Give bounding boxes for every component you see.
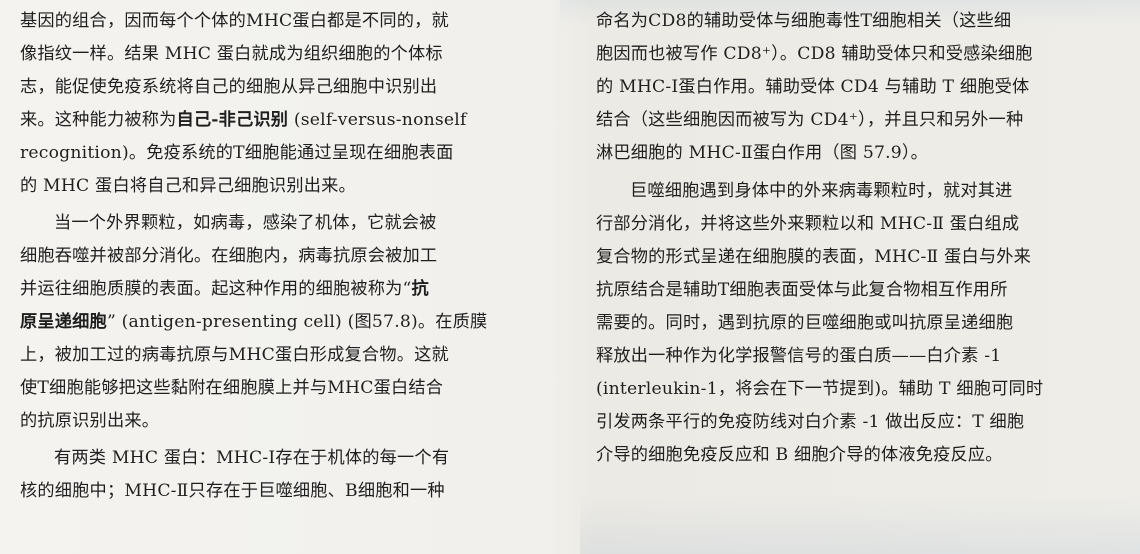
right-line-3: 的 MHC-Ⅰ蛋白作用。辅助受体 CD4 与辅助 T 细胞受体 (596, 77, 1030, 97)
term-self-nonself: 自己-非己识别 (176, 110, 289, 130)
left-column: 基因的组合，因而每个个体的MHC蛋白都是不同的，就 像指纹一样。结果 MHC 蛋… (20, 0, 550, 554)
left-line-4-a: 来。这种能力被称为 (20, 110, 177, 130)
right-column: 命名为CD8的辅助受体与细胞毒性T细胞相关（这些细 胞因而也被写作 CD8⁺）。… (596, 0, 1118, 554)
left-line-14: 有两类 MHC 蛋白：MHC-Ⅰ存在于机体的每一个有 (54, 448, 450, 468)
right-line-4: 结合（这些细胞因而被写为 CD4⁺），并且只和另外一种 (596, 110, 1024, 130)
left-line-9-a: 并运往细胞质膜的表面。起这种作用的细胞被称为“ (20, 279, 412, 299)
right-line-1: 命名为CD8的辅助受体与细胞毒性T细胞相关（这些细 (596, 11, 1012, 31)
left-line-2: 像指纹一样。结果 MHC 蛋白就成为组织细胞的个体标 (20, 44, 443, 64)
left-line-11: 上，被加工过的病毒抗原与MHC蛋白形成复合物。这就 (20, 345, 449, 365)
left-line-12: 使T细胞能够把这些黏附在细胞膜上并与MHC蛋白结合 (20, 378, 444, 398)
right-line-2: 胞因而也被写作 CD8⁺）。CD8 辅助受体只和受感染细胞 (596, 44, 1033, 64)
book-page: 基因的组合，因而每个个体的MHC蛋白都是不同的，就 像指纹一样。结果 MHC 蛋… (0, 0, 1140, 554)
left-line-5: recognition)。免疫系统的T细胞能通过呈现在细胞表面 (20, 143, 454, 163)
left-line-3: 志，能促使免疫系统将自己的细胞从异己细胞中识别出 (20, 77, 438, 97)
left-line-15: 核的细胞中；MHC-Ⅱ只存在于巨噬细胞、B细胞和一种 (20, 481, 445, 501)
right-line-11: 释放出一种作为化学报警信号的蛋白质——白介素 -1 (596, 346, 1002, 366)
left-line-10-c: ” (antigen-presenting cell) (图57.8)。在质膜 (106, 312, 488, 332)
left-line-10: 原呈递细胞” (antigen-presenting cell) (图57.8)… (20, 311, 487, 333)
left-line-4-c: (self-versus-nonself (288, 110, 467, 130)
right-line-13: 引发两条平行的免疫防线对白介素 -1 做出反应：T 细胞 (596, 412, 1025, 432)
right-line-8: 复合物的形式呈递在细胞膜的表面，MHC-Ⅱ 蛋白与外来 (596, 247, 1032, 267)
right-line-14: 介导的细胞免疫反应和 B 细胞介导的体液免疫反应。 (596, 445, 1003, 465)
left-line-13: 的抗原识别出来。 (20, 411, 160, 431)
left-line-8: 细胞吞噬并被部分消化。在细胞内，病毒抗原会被加工 (20, 246, 438, 266)
left-line-7: 当一个外界颗粒，如病毒，感染了机体，它就会被 (54, 213, 437, 233)
right-line-10: 需要的。同时，遇到抗原的巨噬细胞或叫抗原呈递细胞 (596, 313, 1014, 333)
term-apc-1: 抗 (411, 279, 429, 299)
right-line-5: 淋巴细胞的 MHC-Ⅱ蛋白作用（图 57.9）。 (596, 143, 929, 163)
left-line-6: 的 MHC 蛋白将自己和异己细胞识别出来。 (20, 176, 356, 196)
right-line-9: 抗原结合是辅助T细胞表面受体与此复合物相互作用所 (596, 280, 1008, 300)
left-line-1: 基因的组合，因而每个个体的MHC蛋白都是不同的，就 (20, 11, 449, 31)
right-line-7: 行部分消化，并将这些外来颗粒以和 MHC-Ⅱ 蛋白组成 (596, 214, 1020, 234)
right-line-6: 巨噬细胞遇到身体中的外来病毒颗粒时，就对其进 (630, 181, 1013, 201)
left-line-4: 来。这种能力被称为自己-非己识别 (self-versus-nonself (20, 109, 467, 131)
right-line-12: (interleukin-1，将会在下一节提到)。辅助 T 细胞可同时 (596, 379, 1044, 399)
term-apc-2: 原呈递细胞 (20, 312, 107, 332)
left-line-9: 并运往细胞质膜的表面。起这种作用的细胞被称为“抗 (20, 278, 429, 300)
